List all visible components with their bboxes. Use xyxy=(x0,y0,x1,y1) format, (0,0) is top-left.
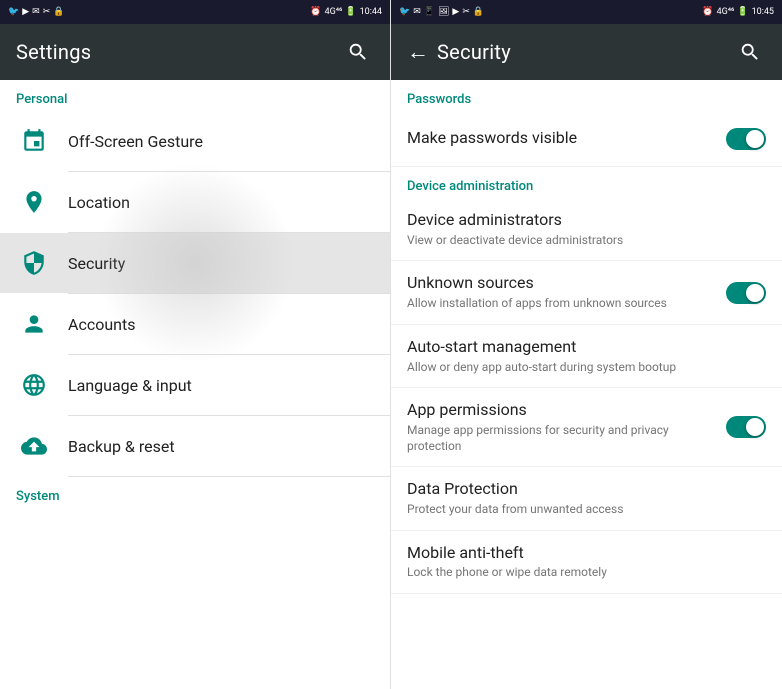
auto-start-management-item[interactable]: Auto-start management Allow or deny app … xyxy=(391,325,782,388)
left-scroll-content: Personal Off-Screen Gesture Location Sec… xyxy=(0,80,390,689)
right-scroll-content: Passwords Make passwords visible Device … xyxy=(391,80,782,689)
time-left: 10:44 xyxy=(360,7,382,17)
device-administrators-item[interactable]: Device administrators View or deactivate… xyxy=(391,198,782,261)
app-permissions-title: App permissions xyxy=(407,400,714,421)
toggle-thumb-app-perms xyxy=(746,418,764,436)
app-permissions-toggle[interactable] xyxy=(726,416,766,438)
unknown-sources-toggle[interactable] xyxy=(726,282,766,304)
right-status-bar: 🐦 ✉ 📱 🖼 ▶ ✂ 🔒 ⏰ 4G⁴⁶ 🔋 10:45 xyxy=(391,0,782,24)
unknown-sources-content: Unknown sources Allow installation of ap… xyxy=(407,273,726,311)
language-label: Language & input xyxy=(68,376,192,395)
menu-item-off-screen-gesture[interactable]: Off-Screen Gesture xyxy=(0,111,390,171)
backup-label: Backup & reset xyxy=(68,437,175,456)
auto-start-content: Auto-start management Allow or deny app … xyxy=(407,337,766,375)
auto-start-subtitle: Allow or deny app auto-start during syst… xyxy=(407,360,754,376)
mobile-anti-theft-title: Mobile anti-theft xyxy=(407,543,754,564)
security-icon xyxy=(16,245,52,281)
left-toolbar: Settings xyxy=(0,24,390,80)
toolbar-left: ← Security xyxy=(407,39,511,65)
right-search-icon[interactable] xyxy=(734,36,766,68)
make-passwords-visible-title: Make passwords visible xyxy=(407,128,714,149)
app-permissions-content: App permissions Manage app permissions f… xyxy=(407,400,726,454)
left-status-right-icons: ⏰ 4G⁴⁶ 🔋 10:44 xyxy=(310,7,382,17)
play-icon-r: ▶ xyxy=(452,7,459,17)
twitter-icon-r: 🐦 xyxy=(399,7,410,17)
device-admin-section-header: Device administration xyxy=(391,167,782,198)
right-status-right-icons: ⏰ 4G⁴⁶ 🔋 10:45 xyxy=(702,7,774,17)
security-label: Security xyxy=(68,254,125,273)
app-permissions-item[interactable]: App permissions Manage app permissions f… xyxy=(391,388,782,467)
network-icon-r: 4G⁴⁶ xyxy=(717,7,735,17)
lock-icon: 🔒 xyxy=(53,7,64,17)
toggle-thumb-unknown xyxy=(746,284,764,302)
menu-item-accounts[interactable]: Accounts xyxy=(0,294,390,354)
right-toolbar: ← Security xyxy=(391,24,782,80)
mail-icon-r: ✉ xyxy=(413,7,421,17)
device-administrators-content: Device administrators View or deactivate… xyxy=(407,210,766,248)
backup-icon xyxy=(16,428,52,464)
toggle-thumb-passwords xyxy=(746,130,764,148)
menu-item-backup[interactable]: Backup & reset xyxy=(0,416,390,476)
location-icon xyxy=(16,184,52,220)
menu-item-security[interactable]: Security xyxy=(0,233,390,293)
network-icon: 4G⁴⁶ xyxy=(325,7,343,17)
twitter-icon: 🐦 xyxy=(8,7,19,17)
make-passwords-visible-item[interactable]: Make passwords visible xyxy=(391,111,782,167)
image-icon-r: 🖼 xyxy=(438,7,449,17)
mobile-anti-theft-subtitle: Lock the phone or wipe data remotely xyxy=(407,565,754,581)
mobile-anti-theft-item[interactable]: Mobile anti-theft Lock the phone or wipe… xyxy=(391,531,782,594)
mobile-anti-theft-content: Mobile anti-theft Lock the phone or wipe… xyxy=(407,543,766,581)
auto-start-title: Auto-start management xyxy=(407,337,754,358)
settings-title: Settings xyxy=(16,40,91,64)
unknown-sources-item[interactable]: Unknown sources Allow installation of ap… xyxy=(391,261,782,324)
cut-icon-r: ✂ xyxy=(462,7,470,17)
menu-item-location[interactable]: Location xyxy=(0,172,390,232)
data-protection-subtitle: Protect your data from unwanted access xyxy=(407,502,754,518)
right-status-left-icons: 🐦 ✉ 📱 🖼 ▶ ✂ 🔒 xyxy=(399,7,484,17)
youtube-icon: ▶ xyxy=(22,7,29,17)
make-passwords-visible-content: Make passwords visible xyxy=(407,128,726,149)
passwords-section-header: Passwords xyxy=(391,80,782,111)
system-section-header: System xyxy=(0,477,390,508)
personal-section-header: Personal xyxy=(0,80,390,111)
gesture-icon xyxy=(16,123,52,159)
alarm-icon: ⏰ xyxy=(310,7,321,17)
left-status-bar: 🐦 ▶ ✉ ✂ 🔒 ⏰ 4G⁴⁶ 🔋 10:44 xyxy=(0,0,390,24)
lock-icon-r: 🔒 xyxy=(473,7,484,17)
menu-item-language[interactable]: Language & input xyxy=(0,355,390,415)
make-passwords-visible-toggle[interactable] xyxy=(726,128,766,150)
battery-icon-r: 🔋 xyxy=(737,7,748,17)
cut-icon: ✂ xyxy=(43,7,51,17)
unknown-sources-title: Unknown sources xyxy=(407,273,714,294)
right-panel: 🐦 ✉ 📱 🖼 ▶ ✂ 🔒 ⏰ 4G⁴⁶ 🔋 10:45 ← Security … xyxy=(391,0,782,689)
device-administrators-subtitle: View or deactivate device administrators xyxy=(407,233,754,249)
app-permissions-subtitle: Manage app permissions for security and … xyxy=(407,423,714,454)
device-administrators-title: Device administrators xyxy=(407,210,754,231)
search-icon[interactable] xyxy=(342,36,374,68)
alarm-icon-r: ⏰ xyxy=(702,7,713,17)
data-protection-content: Data Protection Protect your data from u… xyxy=(407,479,766,517)
location-label: Location xyxy=(68,193,130,212)
language-icon xyxy=(16,367,52,403)
back-button[interactable]: ← xyxy=(407,39,429,65)
mail-icon: ✉ xyxy=(32,7,40,17)
off-screen-gesture-label: Off-Screen Gesture xyxy=(68,132,203,151)
unknown-sources-subtitle: Allow installation of apps from unknown … xyxy=(407,296,714,312)
security-title: Security xyxy=(437,40,511,64)
accounts-icon xyxy=(16,306,52,342)
data-protection-title: Data Protection xyxy=(407,479,754,500)
phone-icon-r: 📱 xyxy=(424,7,435,17)
time-right: 10:45 xyxy=(752,7,774,17)
left-panel: 🐦 ▶ ✉ ✂ 🔒 ⏰ 4G⁴⁶ 🔋 10:44 Settings Person… xyxy=(0,0,391,689)
battery-icon: 🔋 xyxy=(345,7,356,17)
left-status-left-icons: 🐦 ▶ ✉ ✂ 🔒 xyxy=(8,7,64,17)
data-protection-item[interactable]: Data Protection Protect your data from u… xyxy=(391,467,782,530)
accounts-label: Accounts xyxy=(68,315,135,334)
